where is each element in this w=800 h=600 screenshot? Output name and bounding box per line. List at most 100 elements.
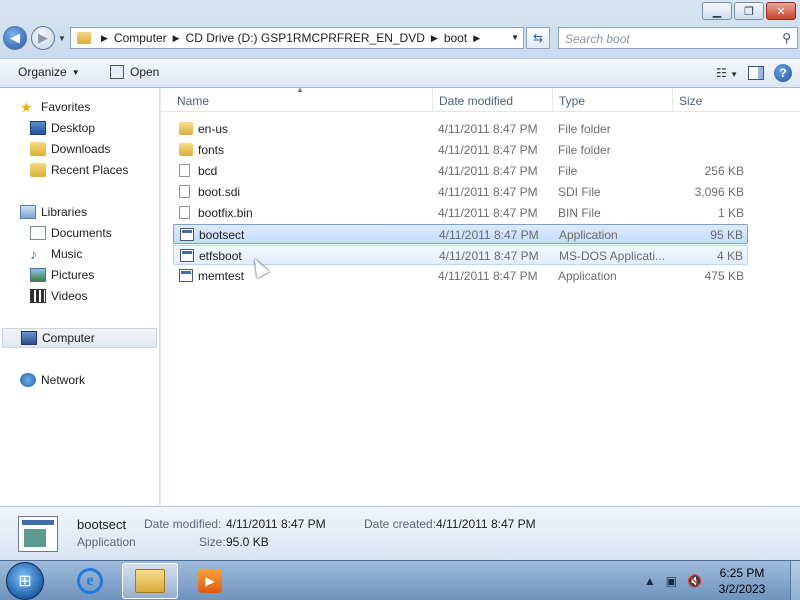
file-type: File folder [558, 143, 611, 157]
show-desktop-button[interactable] [790, 561, 800, 600]
application-icon [180, 228, 194, 241]
file-date: 4/11/2011 8:47 PM [438, 185, 538, 199]
chevron-right-icon[interactable]: ▶ [101, 33, 108, 44]
preview-pane-button[interactable] [748, 66, 764, 80]
organize-label: Organize [18, 65, 67, 79]
folder-icon [77, 32, 91, 44]
file-name: en-us [198, 122, 229, 136]
navigation-pane: ★ Favorites Desktop Downloads Recent Pla… [0, 88, 160, 506]
address-dropdown-icon[interactable]: ▼ [511, 33, 519, 42]
file-row[interactable]: fonts 4/11/2011 8:47 PM File folder [173, 140, 748, 160]
refresh-button[interactable]: ⇆ [526, 27, 550, 49]
window-chrome: ▁ ❐ ✕ ◀ ▶ ▼ ▶ Computer ▶ CD Drive (D:) G… [0, 0, 800, 88]
file-size: 1 KB [717, 206, 744, 220]
nav-music-label: Music [51, 247, 83, 261]
column-header-date[interactable]: Date modified [432, 88, 552, 112]
open-label: Open [130, 65, 160, 79]
column-header-size[interactable]: Size [672, 88, 752, 112]
file-name: bootfix.bin [198, 206, 253, 220]
nav-documents-label: Documents [51, 226, 112, 240]
taskbar-media-player[interactable]: ▶ [182, 563, 238, 599]
chevron-right-icon[interactable]: ▶ [431, 33, 438, 44]
file-size: 256 KB [704, 164, 744, 178]
music-icon: ♪ [30, 246, 37, 262]
nav-pictures-label: Pictures [51, 268, 95, 282]
change-view-button[interactable]: ☷ ▼ [716, 66, 738, 80]
show-hidden-icons-icon[interactable]: ▲ [644, 574, 656, 588]
file-row[interactable]: boot.sdi 4/11/2011 8:47 PM SDI File 3,09… [173, 182, 748, 202]
libraries-icon [20, 205, 36, 219]
file-date: 4/11/2011 8:47 PM [438, 143, 538, 157]
column-header-name[interactable]: Name [171, 88, 433, 112]
file-row[interactable]: bcd 4/11/2011 8:47 PM File 256 KB [173, 161, 748, 181]
folder-icon [179, 122, 193, 135]
media-player-icon: ▶ [198, 569, 222, 593]
nav-network-label: Network [41, 373, 86, 387]
chevron-right-icon[interactable]: ▶ [473, 33, 480, 44]
maximize-button[interactable]: ❐ [734, 2, 764, 20]
application-icon [180, 249, 194, 262]
taskbar-windows-explorer[interactable] [122, 563, 178, 599]
breadcrumb-computer[interactable]: Computer [114, 31, 167, 45]
desktop-icon [30, 121, 46, 135]
clock[interactable]: 6:25 PM 3/2/2023 [712, 565, 772, 597]
nav-desktop-label: Desktop [51, 121, 96, 135]
videos-icon [30, 289, 46, 303]
start-button[interactable]: ⊞ [6, 562, 44, 600]
details-pane: bootsect Application Date modified: 4/11… [0, 506, 800, 560]
file-date: 4/11/2011 8:47 PM [438, 164, 538, 178]
search-icon[interactable]: ⚲ [782, 31, 791, 45]
file-type: MS-DOS Applicati... [559, 249, 666, 263]
file-name: memtest [198, 269, 245, 283]
minimize-button[interactable]: ▁ [702, 2, 732, 20]
nav-network[interactable]: Network [20, 370, 178, 390]
file-date: 4/11/2011 8:47 PM [438, 206, 538, 220]
taskbar: ⊞ e ▶ ▲ ▣ 🔇 6:25 PM 3/2/2023 [0, 560, 800, 600]
command-bar: Organize ▼ Open ☷ ▼ ? [0, 58, 800, 88]
file-date: 4/11/2011 8:47 PM [439, 228, 539, 242]
close-button[interactable]: ✕ [766, 2, 796, 20]
window-controls: ▁ ❐ ✕ [702, 2, 796, 20]
file-type: File folder [558, 122, 611, 136]
network-status-icon[interactable]: ▣ [666, 574, 677, 588]
windows-explorer-icon [135, 569, 165, 593]
computer-icon [21, 331, 37, 345]
details-size-value: 95.0 KB [226, 535, 269, 549]
breadcrumb-boot[interactable]: boot [444, 31, 467, 45]
search-input[interactable]: Search boot ⚲ [558, 27, 798, 49]
nav-favorites[interactable]: ★ Favorites [20, 97, 178, 117]
nav-downloads-label: Downloads [51, 142, 111, 156]
volume-muted-icon[interactable]: 🔇 [687, 574, 702, 588]
address-bar[interactable]: ▶ Computer ▶ CD Drive (D:) GSP1RMCPRFRER… [70, 27, 524, 49]
file-row-selected[interactable]: bootsect 4/11/2011 8:47 PM Application 9… [173, 224, 748, 244]
breadcrumb-cd-drive[interactable]: CD Drive (D:) GSP1RMCPRFRER_EN_DVD [186, 31, 425, 45]
file-date: 4/11/2011 8:47 PM [438, 269, 538, 283]
file-row[interactable]: bootfix.bin 4/11/2011 8:47 PM BIN File 1… [173, 203, 748, 223]
file-name: boot.sdi [198, 185, 241, 199]
file-size: 4 KB [716, 249, 743, 263]
chevron-right-icon[interactable]: ▶ [173, 33, 180, 44]
file-icon [179, 206, 190, 219]
nav-libraries[interactable]: Libraries [20, 202, 178, 222]
file-type: Application [559, 228, 618, 242]
file-list: ▲ Name Date modified Type Size en-us 4/1… [161, 85, 800, 506]
organize-button[interactable]: Organize ▼ [18, 65, 80, 79]
help-button[interactable]: ? [774, 64, 792, 82]
file-date: 4/11/2011 8:47 PM [439, 249, 539, 263]
nav-favorites-label: Favorites [41, 100, 91, 114]
taskbar-internet-explorer[interactable]: e [62, 563, 118, 599]
file-row[interactable]: en-us 4/11/2011 8:47 PM File folder [173, 119, 748, 139]
file-type: File [558, 164, 578, 178]
open-button[interactable]: Open [110, 65, 159, 79]
nav-computer[interactable]: Computer [2, 328, 157, 348]
file-type: SDI File [558, 185, 601, 199]
application-thumbnail-icon [18, 516, 58, 552]
file-size: 3,096 KB [694, 185, 744, 199]
search-placeholder: Search boot [565, 32, 630, 46]
file-date: 4/11/2011 8:47 PM [438, 122, 538, 136]
history-dropdown-icon[interactable]: ▼ [58, 34, 66, 43]
column-header-type[interactable]: Type [552, 88, 672, 112]
file-type: Application [558, 269, 617, 283]
forward-button[interactable]: ▶ [31, 26, 55, 50]
back-button[interactable]: ◀ [3, 26, 27, 50]
